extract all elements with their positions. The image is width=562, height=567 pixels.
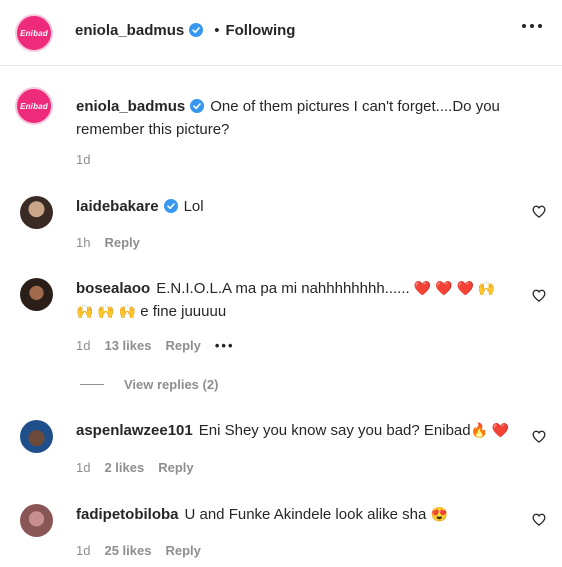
comment-body: laidebakare Lol [76,195,516,218]
comment-username[interactable]: fadipetobiloba [76,506,179,523]
likes-count[interactable]: 25 likes [104,543,151,558]
avatar[interactable] [20,420,53,453]
heart-icon[interactable] [532,513,546,526]
comment-emojis: ❤️ ❤️ ❤️ 🙌 [413,280,496,296]
avatar[interactable] [20,196,53,229]
comment-text: U and Funke Akindele look alike sha [184,506,427,523]
more-options-icon[interactable]: ••• [215,338,235,353]
reply-button[interactable]: Reply [165,338,200,353]
view-replies-button[interactable]: View replies (2) [80,377,218,392]
caption: eniola_badmus One of them pictures I can'… [76,95,516,141]
verified-badge-icon [163,199,178,213]
caption-avatar[interactable]: Enibad [15,87,53,125]
comment-meta: 1h Reply [76,235,140,250]
heart-icon[interactable] [532,289,546,302]
comment-meta: 1d 13 likes Reply ••• [76,338,235,353]
verified-badge-icon [190,99,205,113]
comment-body: fadipetobiloba U and Funke Akindele look … [76,503,516,526]
caption-time[interactable]: 1d [76,152,90,167]
comment-time[interactable]: 1d [76,543,90,558]
verified-badge-icon [189,23,204,37]
comment-meta: 1d 25 likes Reply [76,543,201,558]
reply-button[interactable]: Reply [158,460,193,475]
reply-button[interactable]: Reply [104,235,139,250]
more-options-icon[interactable] [522,24,542,28]
comment-text: E.N.I.O.L.A ma pa mi nahhhhhhhh...... [156,280,410,297]
header-username[interactable]: eniola_badmus [75,22,184,39]
comment-meta: 1d 2 likes Reply [76,460,194,475]
comment-emojis: 🔥 ❤️ [470,422,510,438]
comment-text: Lol [183,198,204,215]
header-user-line: eniola_badmus • Following [75,22,295,40]
heart-icon[interactable] [532,430,546,443]
comment-emojis: 😍 [430,506,448,522]
post-header: Enibad eniola_badmus • Following [0,0,562,66]
avatar-logo: Enibad [20,101,48,111]
divider [80,384,104,385]
avatar-logo: Enibad [20,28,48,38]
comment-time[interactable]: 1d [76,460,90,475]
comment-body: aspenlawzee101 Eni Shey you know say you … [76,419,516,442]
following-button[interactable]: Following [225,22,295,39]
comment-time[interactable]: 1d [76,338,90,353]
comment-emojis-line2: 🙌 🙌 🙌 [76,303,137,319]
likes-count[interactable]: 2 likes [104,460,144,475]
caption-meta: 1d [76,152,90,167]
comment-body: bosealaoo E.N.I.O.L.A ma pa mi nahhhhhhhh… [76,277,516,323]
comment-username[interactable]: bosealaoo [76,280,150,297]
comment-username[interactable]: aspenlawzee101 [76,422,193,439]
comment-username[interactable]: laidebakare [76,198,159,215]
header-avatar[interactable]: Enibad [15,14,53,52]
comment-text: Eni Shey you know say you bad? Enibad [198,422,471,439]
avatar[interactable] [20,504,53,537]
reply-button[interactable]: Reply [165,543,200,558]
header-separator: • [214,22,220,39]
comment-text-line2: e fine juuuuu [140,303,227,320]
likes-count[interactable]: 13 likes [104,338,151,353]
caption-username[interactable]: eniola_badmus [76,98,185,115]
comment-time[interactable]: 1h [76,235,90,250]
heart-icon[interactable] [532,205,546,218]
avatar[interactable] [20,278,53,311]
view-replies-label: View replies (2) [124,377,219,392]
